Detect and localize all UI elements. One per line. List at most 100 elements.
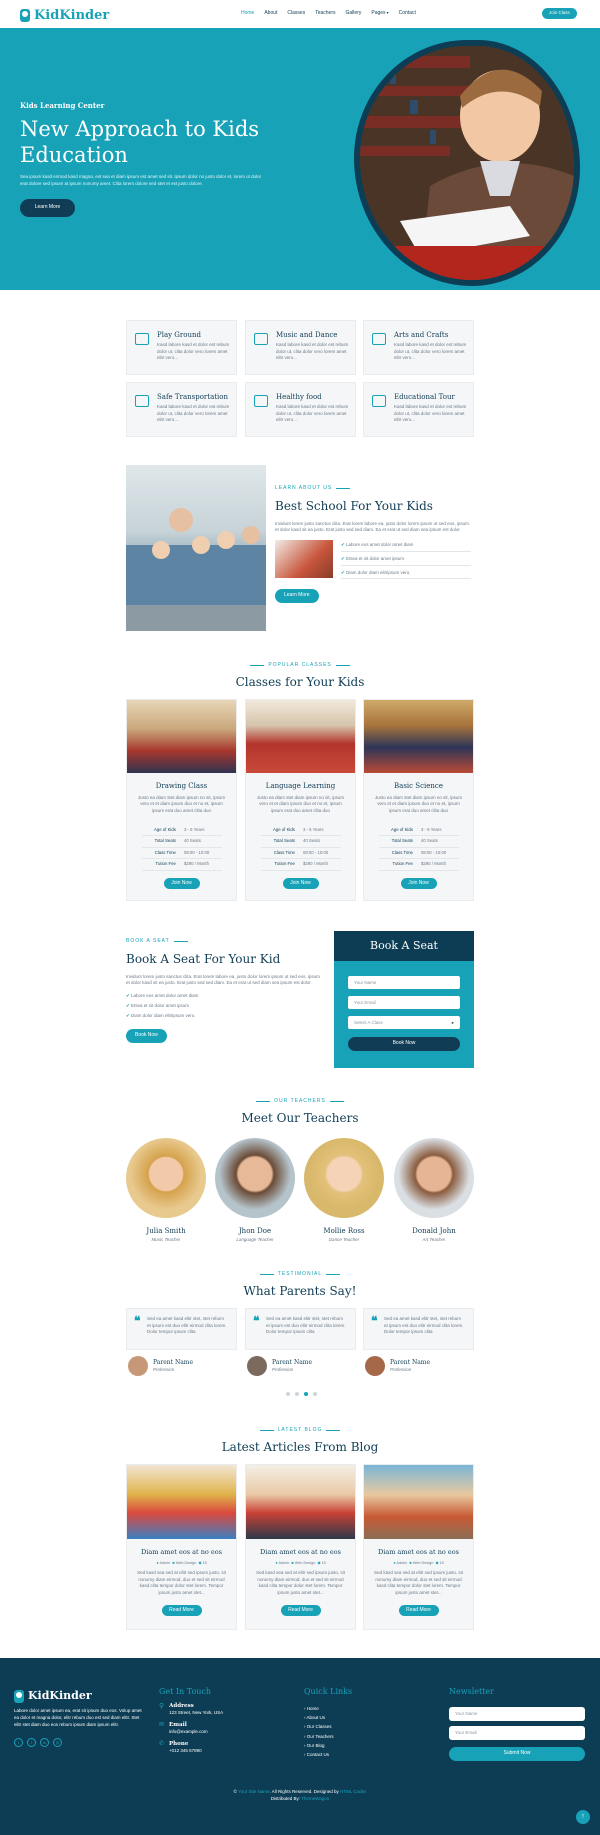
back-to-top-button[interactable]: ↑ — [576, 1810, 590, 1824]
facebook-icon[interactable]: f — [27, 1738, 36, 1747]
testimonial-card: ❝ Sed ea amet kasd elitr stet, stet rebum… — [245, 1308, 356, 1386]
join-now-button[interactable]: Join Now — [282, 877, 319, 890]
copyright-line: © Your Site Name. All Rights Reserved. D… — [0, 1788, 600, 1795]
site-name-link[interactable]: Your Site Name — [238, 1789, 269, 1794]
join-now-button[interactable]: Join Now — [163, 877, 200, 890]
nav-pages-dropdown[interactable]: Pages ▾ — [371, 10, 388, 18]
newsletter-name-input[interactable]: Your Name — [449, 1707, 585, 1721]
class-card: Basic Science Justo ea diam stet diam ip… — [363, 699, 474, 901]
hero-learn-more-button[interactable]: Learn More — [20, 199, 75, 217]
contact-list: ⚲ Address 123 Street, New York, USA ✉ Email… — [159, 1702, 223, 1755]
join-class-button[interactable]: Join Class — [542, 8, 577, 19]
testimonial-card: ❝ Sed ea amet kasd elitr stet, stet rebum… — [126, 1308, 237, 1386]
playground-icon — [135, 333, 149, 345]
blog-image — [246, 1465, 355, 1539]
twitter-icon[interactable]: t — [14, 1738, 23, 1747]
classes-title: Classes for Your Kids — [235, 674, 365, 689]
feature-text: Kasd labore kasd et dolor est rebum dolo… — [157, 342, 230, 361]
footer-brand[interactable]: KidKinder — [14, 1688, 92, 1705]
carousel-dot[interactable] — [295, 1392, 299, 1396]
feature-title: Safe Transportation — [157, 393, 229, 401]
newsletter-email-input[interactable]: Your Email — [449, 1726, 585, 1740]
feature-card: Educational Tour Kasd labore kasd et dolo… — [363, 382, 474, 437]
envelope-icon: ✉ — [159, 1722, 165, 1728]
newsletter-submit-button[interactable]: Submit Now — [449, 1747, 585, 1761]
class-info-key: Tution Fee — [260, 858, 301, 871]
nav-classes[interactable]: Classes — [287, 10, 305, 18]
contact-heading: Get In Touch — [159, 1687, 212, 1696]
read-more-button[interactable]: Read More — [398, 1604, 439, 1616]
brand-logo[interactable]: KidKinder — [20, 6, 109, 26]
classes-tag-label: Popular Classes — [268, 662, 332, 668]
designer-link[interactable]: HTML Codex — [340, 1789, 366, 1794]
carousel-dot[interactable] — [286, 1392, 290, 1396]
instagram-icon[interactable]: ◎ — [53, 1738, 62, 1747]
about-content: Learn About Us Best School For Your Kids… — [275, 485, 472, 603]
check-item: ✔ Labore eos amet dolor amet diam — [341, 540, 471, 552]
booking-form: Book A Seat Your Name Your Email Select … — [334, 931, 474, 1068]
teachers-tag: Our Teachers — [0, 1098, 600, 1106]
nav-contact[interactable]: Contact — [399, 10, 416, 18]
nav-teachers[interactable]: Teachers — [315, 10, 335, 18]
parent-name: Parent Name — [272, 1359, 313, 1366]
class-info-value: 3 - 6 Years — [300, 825, 341, 837]
tag-line — [259, 1274, 274, 1276]
teacher-card: Mollie Ross Dance Teacher — [304, 1138, 384, 1243]
check-item: ✔ Etsea et sit dolor amet ipsum — [341, 554, 471, 566]
about-image — [126, 465, 266, 631]
join-now-button[interactable]: Join Now — [400, 877, 437, 890]
read-more-button[interactable]: Read More — [280, 1604, 321, 1616]
comment-icon: ◆ — [198, 1560, 202, 1565]
quick-link[interactable]: › Our Teachers — [304, 1732, 334, 1741]
teacher-card: Donald John Art Teacher — [394, 1138, 474, 1243]
contact-email: ✉ Email info@example.com — [159, 1721, 223, 1736]
class-image — [364, 700, 473, 773]
nav-gallery[interactable]: Gallery — [346, 10, 362, 18]
your-email-input[interactable]: Your Email — [348, 996, 460, 1009]
carousel-dots — [286, 1392, 317, 1396]
teacher-name: Julia Smith — [146, 1227, 186, 1235]
blog-post-title[interactable]: Diam amet eos at no eos — [364, 1548, 473, 1558]
read-more-button[interactable]: Read More — [161, 1604, 202, 1616]
linkedin-icon[interactable]: in — [40, 1738, 49, 1747]
quick-link[interactable]: › Our Classes — [304, 1722, 334, 1731]
nav-home[interactable]: Home — [241, 10, 254, 18]
class-info-table: Age of Kids 3 - 6 Years Total Seats 40 Sea… — [378, 825, 459, 871]
book-now-button[interactable]: Book Now — [126, 1029, 167, 1043]
class-info-key: Class Time — [141, 847, 182, 860]
nav-about[interactable]: About — [264, 10, 277, 18]
tag-line — [259, 1430, 274, 1432]
carousel-dot-active[interactable] — [304, 1392, 308, 1396]
footer-brand-name: KidKinder — [28, 1689, 92, 1702]
feature-card: Play Ground Kasd labore kasd et dolor est… — [126, 320, 237, 375]
quick-link-label: Our Classes — [306, 1724, 332, 1730]
parent-profession: Profession — [272, 1367, 294, 1372]
blog-card: Diam amet eos at no eos ● Admin ■ Web De… — [126, 1464, 237, 1630]
class-info-key: Total Seats — [141, 835, 182, 848]
blog-post-title[interactable]: Diam amet eos at no eos — [246, 1548, 355, 1558]
class-info-table: Age of Kids 3 - 6 Years Total Seats 40 Sea… — [260, 825, 341, 871]
parent-profession: Profession — [390, 1367, 412, 1372]
your-name-input[interactable]: Your Name — [348, 976, 460, 989]
teacher-role: Dance Teacher — [328, 1236, 360, 1242]
class-info-value: 3 - 6 Years — [181, 825, 222, 837]
music-icon — [254, 333, 268, 345]
class-select[interactable]: Select A Class ▸ — [348, 1016, 460, 1029]
distributor-link[interactable]: ThemeWagon — [301, 1796, 329, 1801]
quick-link[interactable]: › Contact Us — [304, 1750, 334, 1759]
teacher-card: Jhon Doe Language Teacher — [215, 1138, 295, 1243]
table-row: Total Seats 40 Seats — [260, 835, 341, 848]
blog-post-title[interactable]: Diam amet eos at no eos — [127, 1548, 236, 1558]
boy-reading-illustration — [360, 46, 574, 280]
booking-checklist: ✔ Labore eos amet dolor amet diam ✔ Etse… — [126, 993, 326, 1019]
form-book-now-button[interactable]: Book Now — [348, 1037, 460, 1051]
testimonial-text: Sed ea amet kasd elitr stet, stet rebum … — [147, 1316, 227, 1335]
quick-link[interactable]: › Our Blog — [304, 1741, 334, 1750]
quick-link[interactable]: › About Us — [304, 1713, 334, 1722]
check-text: Etsea et sit dolor amet ipsum — [131, 1002, 190, 1008]
quick-link[interactable]: › Home — [304, 1704, 334, 1713]
feature-title: Arts and Crafts — [394, 331, 449, 339]
carousel-dot[interactable] — [313, 1392, 317, 1396]
phone-value: +012 345 67890 — [169, 1748, 202, 1754]
about-learn-more-button[interactable]: Learn More — [275, 589, 319, 603]
